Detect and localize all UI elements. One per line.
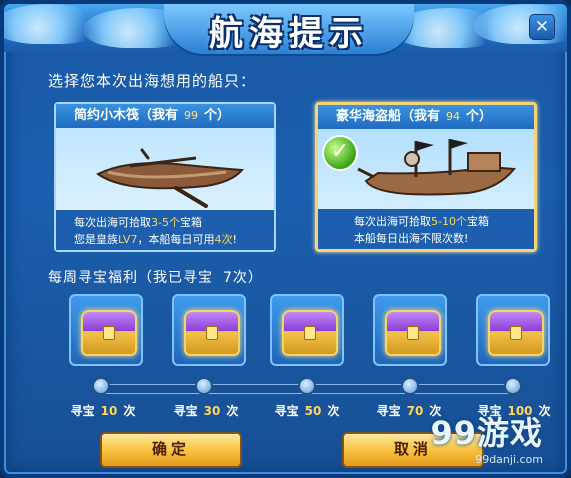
title-banner: 航海提示: [4, 4, 567, 54]
ship-select-prompt: 选择您本次出海想用的船只：: [48, 72, 257, 90]
ship-desc-line-2: 您是皇族LV7，本船每日可用4次!: [74, 231, 274, 248]
confirm-button[interactable]: 确定: [100, 432, 242, 468]
ship-card-raft[interactable]: 简约小木筏（我有 99 个） 每次出海可拾取3-5个宝箱 您是皇族LV7，本船每日可…: [54, 102, 276, 252]
wave-decoration-right-2: [474, 4, 567, 44]
reward-chest-slot[interactable]: [69, 294, 143, 366]
ship-card-pirate-ship[interactable]: 豪华海盗船（我有 94 个） ✓ 每次出海可拾取5-10个宝箱 本船每日出海不限次数…: [315, 102, 537, 252]
treasure-chest-icon: [81, 310, 137, 356]
reward-chest-slot[interactable]: [172, 294, 246, 366]
desc-text: 宝箱: [466, 215, 489, 228]
desc-text: 您是皇族: [74, 233, 118, 246]
desc-text: !: [232, 233, 237, 246]
weekly-bonus-label: 每周寻宝福利（我已寻宝 7次）: [48, 267, 263, 287]
desc-text: 每次出海可拾取: [354, 215, 431, 228]
ship-count: 99: [184, 109, 199, 122]
ship-desc-line-1: 每次出海可拾取3-5个宝箱: [74, 214, 274, 231]
ship-card-header: 豪华海盗船（我有 94 个）: [318, 105, 534, 129]
progress-node: [504, 377, 522, 395]
treasure-chest-icon: [184, 310, 240, 356]
ship-name: 豪华海盗船（我有: [336, 109, 441, 124]
reward-label: 寻宝 10 次: [70, 404, 136, 418]
dialog-title: 航海提示: [209, 14, 369, 54]
weekly-count: 7: [223, 270, 233, 286]
ship-count: 94: [446, 110, 461, 123]
watermark-logo: 99游戏: [430, 414, 543, 452]
desc-highlight: 3-5个: [151, 216, 180, 229]
desc-text: 每次出海可拾取: [74, 216, 151, 229]
close-icon: ✕: [534, 17, 550, 37]
treasure-chest-icon: [385, 310, 441, 356]
ship-art: [56, 128, 274, 212]
progress-node: [92, 377, 110, 395]
desc-highlight: 5-10个: [431, 215, 467, 228]
treasure-chest-icon: [282, 310, 338, 356]
checkmark-icon: ✓: [322, 135, 358, 171]
title-plate: 航海提示: [164, 4, 414, 54]
treasure-chest-icon: [488, 310, 544, 356]
desc-text: ，本船每日可用: [137, 233, 215, 246]
ship-card-header: 简约小木筏（我有 99 个）: [56, 104, 274, 128]
ship-count-unit: 个）: [466, 109, 493, 124]
watermark-site: 99danji.com: [475, 453, 543, 466]
ship-description: 每次出海可拾取3-5个宝箱 您是皇族LV7，本船每日可用4次!: [56, 210, 274, 250]
ship-description: 每次出海可拾取5-10个宝箱 本船每日出海不限次数!: [318, 209, 534, 249]
progress-node: [401, 377, 419, 395]
desc-highlight: 4次: [214, 233, 233, 246]
voyage-dialog: 航海提示 ✕ 选择您本次出海想用的船只： 简约小木筏（我有 99 个） 每次出海可拾…: [0, 0, 571, 478]
progress-node: [298, 377, 316, 395]
ship-count-unit: 个）: [204, 108, 231, 123]
rowboat-icon: [96, 148, 245, 208]
reward-chest-slot[interactable]: [476, 294, 550, 366]
reward-label: 寻宝 50 次: [274, 404, 340, 418]
desc-highlight: LV7: [118, 233, 138, 246]
reward-chest-slot[interactable]: [373, 294, 447, 366]
progress-node: [195, 377, 213, 395]
reward-chest-slot[interactable]: [270, 294, 344, 366]
ship-desc-line-1: 每次出海可拾取5-10个宝箱: [354, 213, 534, 230]
ship-art: ✓: [318, 129, 534, 213]
ship-desc-line-2: 本船每日出海不限次数!: [354, 232, 469, 245]
weekly-label-text: 每周寻宝福利（我已寻宝: [48, 270, 213, 286]
weekly-count-unit: 次）: [232, 270, 263, 286]
reward-label: 寻宝 30 次: [173, 404, 239, 418]
desc-text: 宝箱: [179, 216, 202, 229]
ship-name: 简约小木筏（我有: [74, 108, 179, 123]
close-button[interactable]: ✕: [529, 14, 555, 40]
